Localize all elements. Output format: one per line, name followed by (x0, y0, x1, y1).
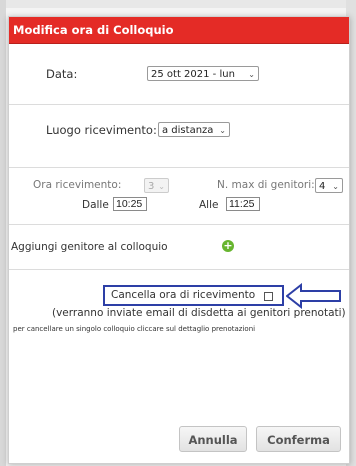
chevron-down-icon: ⌄ (332, 182, 339, 191)
hour-select-value: 3 (148, 181, 155, 192)
divider (9, 167, 349, 168)
divider (9, 269, 349, 270)
confirm-button[interactable]: Conferma (256, 426, 341, 452)
arrow-left-icon (286, 283, 341, 309)
chevron-down-icon: ⌄ (219, 126, 226, 135)
cancel-hint: per cancellare un singolo colloquio clic… (13, 325, 256, 333)
background-page (0, 0, 356, 8)
max-parents-label: N. max di genitori: (217, 179, 315, 191)
from-label: Dalle (82, 199, 109, 211)
background-page-left (0, 0, 6, 466)
cancel-hour-label: Cancella ora di ricevimento (111, 289, 256, 301)
divider (9, 104, 349, 105)
date-label: Data: (46, 67, 78, 81)
arrow-left-shape (286, 283, 341, 309)
edit-meeting-dialog: Modifica ora di Colloquio Data: 25 ott 2… (8, 16, 350, 464)
add-parent-label: Aggiungi genitore al colloquio (11, 241, 168, 253)
cancel-note: (verranno inviate email di disdetta ai g… (52, 307, 346, 319)
max-parents-select[interactable]: 4 ⌄ (315, 178, 343, 193)
location-label: Luogo ricevimento: (46, 123, 157, 137)
hour-label: Ora ricevimento: (33, 179, 122, 191)
location-select-value: a distanza (162, 125, 214, 136)
date-select[interactable]: 25 ott 2021 - lun ⌄ (147, 66, 259, 81)
divider (9, 224, 349, 225)
date-select-value: 25 ott 2021 - lun (151, 69, 235, 80)
to-label: Alle (199, 199, 219, 211)
dialog-title[interactable]: Modifica ora di Colloquio (9, 17, 349, 44)
cancel-button[interactable]: Annulla (179, 426, 247, 452)
from-time-input[interactable] (113, 197, 147, 211)
to-time-input[interactable] (226, 197, 260, 211)
hour-select[interactable]: 3 ⌄ (144, 178, 169, 193)
plus-circle-icon[interactable]: + (222, 240, 234, 252)
max-parents-select-value: 4 (319, 181, 326, 192)
location-select[interactable]: a distanza ⌄ (158, 122, 230, 137)
chevron-down-icon: ⌄ (248, 70, 255, 79)
cancel-hour-checkbox[interactable] (264, 292, 273, 301)
chevron-down-icon: ⌄ (158, 182, 165, 191)
